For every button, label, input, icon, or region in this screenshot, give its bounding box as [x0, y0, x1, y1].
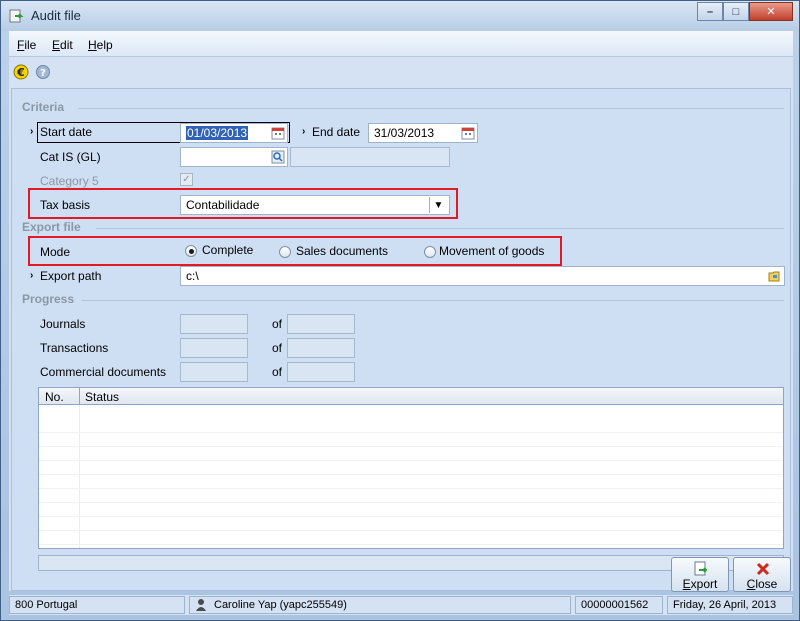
- menu-file[interactable]: File: [17, 38, 36, 52]
- journals-label: Journals: [40, 317, 86, 331]
- maximize-button[interactable]: □: [723, 2, 749, 21]
- journals-total-field: [287, 314, 355, 334]
- category5-checkbox[interactable]: ✓: [180, 173, 193, 186]
- transactions-of-label: of: [272, 341, 283, 355]
- lookup-icon[interactable]: [271, 150, 285, 164]
- start-date-field[interactable]: 01/03/2013: [180, 123, 288, 143]
- table-row: [39, 447, 783, 461]
- table-row: [39, 433, 783, 447]
- chevron-down-icon[interactable]: ▼: [429, 197, 447, 213]
- audit-file-window: Audit file – □ ✕ File Edit Help € ? Crit…: [0, 0, 800, 621]
- end-date-value: 31/03/2013: [374, 126, 435, 140]
- start-date-arrow-icon: ›: [30, 126, 34, 137]
- start-date-label: Start date: [40, 125, 93, 139]
- menu-bar: File Edit Help: [9, 31, 793, 57]
- transactions-total-field: [287, 338, 355, 358]
- menu-help[interactable]: Help: [88, 38, 113, 52]
- window-controls: – □ ✕: [697, 2, 793, 22]
- table-row: [39, 475, 783, 489]
- status-user: Caroline Yap (yapc255549): [189, 596, 571, 614]
- column-status-header[interactable]: Status: [85, 390, 119, 404]
- end-date-arrow-icon: ›: [302, 126, 306, 137]
- export-path-field[interactable]: c:\: [180, 266, 785, 286]
- export-path-label: Export path: [40, 269, 102, 283]
- status-bar: 800 Portugal Caroline Yap (yapc255549) 0…: [9, 595, 793, 615]
- cat-is-field[interactable]: [180, 147, 288, 167]
- folder-icon[interactable]: [768, 269, 782, 283]
- content-panel: Criteria › Start date 01/03/2013 › End d…: [11, 88, 791, 591]
- export-icon: [694, 561, 708, 576]
- end-date-label: End date: [312, 125, 361, 139]
- progress-divider: [82, 300, 784, 301]
- cat-is-label: Cat IS (GL): [40, 150, 101, 164]
- export-path-arrow-icon: ›: [30, 270, 34, 281]
- status-counter: 00000001562: [575, 596, 663, 614]
- close-button[interactable]: Close: [733, 557, 791, 592]
- commercial-documents-label: Commercial documents: [40, 365, 167, 379]
- status-grid[interactable]: No. Status: [38, 387, 784, 549]
- client-area: File Edit Help € ? Criteria › Start date: [9, 31, 793, 592]
- cat-is-description-field: [290, 147, 450, 167]
- svg-text:€: €: [16, 66, 25, 79]
- title-bar[interactable]: Audit file – □ ✕: [1, 1, 799, 31]
- commercial-documents-current-field: [180, 362, 248, 382]
- table-row: [39, 517, 783, 531]
- commercial-documents-total-field: [287, 362, 355, 382]
- toolbar: € ?: [9, 58, 793, 86]
- mode-sales-documents-radio[interactable]: [279, 246, 291, 258]
- table-row: [39, 419, 783, 433]
- transactions-current-field: [180, 338, 248, 358]
- export-path-value: c:\: [186, 269, 199, 283]
- export-file-section-title: Export file: [22, 220, 81, 234]
- window-title: Audit file: [31, 8, 81, 23]
- journals-of-label: of: [272, 317, 283, 331]
- category5-label: Category 5: [40, 174, 99, 188]
- end-date-field[interactable]: 31/03/2013: [368, 123, 478, 143]
- column-no-header[interactable]: No.: [45, 390, 64, 404]
- table-row: [39, 503, 783, 517]
- status-date: Friday, 26 April, 2013: [667, 596, 793, 614]
- commercial-documents-of-label: of: [272, 365, 283, 379]
- mode-complete-radio[interactable]: [185, 245, 197, 257]
- table-row: [39, 461, 783, 475]
- close-icon: [756, 562, 770, 576]
- calendar-icon[interactable]: [461, 126, 475, 140]
- close-window-button[interactable]: ✕: [749, 2, 793, 21]
- export-file-divider: [96, 228, 784, 229]
- criteria-divider: [78, 108, 784, 109]
- mode-label: Mode: [40, 245, 71, 259]
- user-icon: [196, 599, 206, 611]
- menu-edit[interactable]: Edit: [52, 38, 73, 52]
- criteria-section-title: Criteria: [22, 100, 65, 114]
- tax-basis-label: Tax basis: [40, 198, 91, 212]
- status-company: 800 Portugal: [9, 596, 185, 614]
- mode-sales-documents-label[interactable]: Sales documents: [296, 244, 388, 258]
- table-row: [39, 489, 783, 503]
- tax-basis-value: Contabilidade: [186, 198, 260, 212]
- start-date-value: 01/03/2013: [186, 126, 249, 140]
- mode-movement-of-goods-label[interactable]: Movement of goods: [439, 244, 544, 258]
- grid-header: No. Status: [39, 388, 783, 405]
- audit-file-app-icon: [9, 9, 24, 23]
- tax-basis-combobox[interactable]: Contabilidade ▼: [180, 195, 450, 215]
- help-icon[interactable]: ?: [35, 64, 51, 80]
- journals-current-field: [180, 314, 248, 334]
- minimize-button[interactable]: –: [697, 2, 723, 21]
- transactions-label: Transactions: [40, 341, 109, 355]
- table-row: [39, 531, 783, 545]
- mode-complete-label[interactable]: Complete: [202, 243, 253, 257]
- close-button-label: Close: [746, 577, 778, 591]
- svg-text:?: ?: [40, 68, 46, 79]
- export-button[interactable]: Export: [671, 557, 729, 592]
- calendar-icon[interactable]: [271, 126, 285, 140]
- export-button-label: Export: [682, 577, 718, 591]
- mode-movement-of-goods-radio[interactable]: [424, 246, 436, 258]
- column-separator[interactable]: [79, 388, 80, 405]
- progress-section-title: Progress: [22, 292, 75, 306]
- euro-icon[interactable]: €: [13, 64, 29, 80]
- status-user-text: Caroline Yap (yapc255549): [214, 599, 347, 611]
